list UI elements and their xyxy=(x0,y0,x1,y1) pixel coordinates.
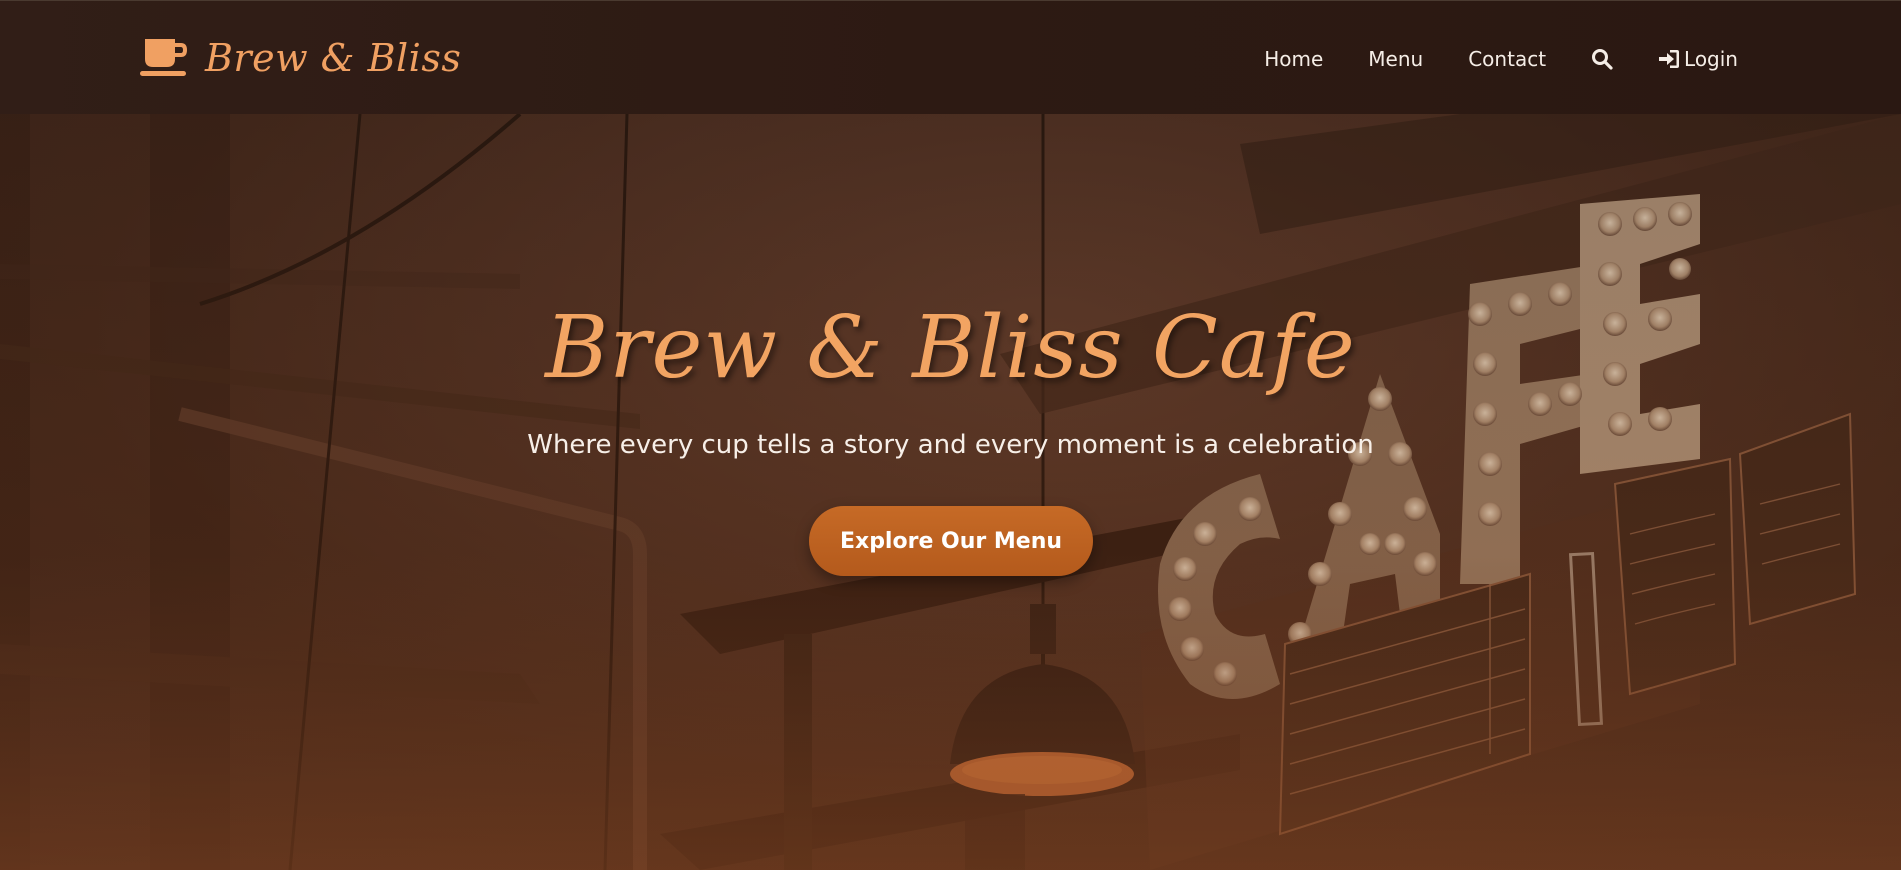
hero-subtitle: Where every cup tells a story and every … xyxy=(527,430,1374,460)
nav-contact-link[interactable]: Contact xyxy=(1468,47,1546,71)
hero-section: Brew & Bliss Cafe Where every cup tells … xyxy=(0,114,1901,870)
login-link[interactable]: Login xyxy=(1658,47,1738,71)
sign-in-icon xyxy=(1659,50,1680,68)
nav-home-link[interactable]: Home xyxy=(1264,47,1323,71)
hero-overlay xyxy=(0,114,1901,870)
search-button[interactable] xyxy=(1591,48,1613,70)
navbar: Brew & Bliss Home Menu Contact Login xyxy=(0,0,1901,114)
search-icon xyxy=(1592,49,1613,70)
explore-menu-button[interactable]: Explore Our Menu xyxy=(809,506,1093,576)
nav-menu-link[interactable]: Menu xyxy=(1368,47,1423,71)
brand-logo-link[interactable]: Brew & Bliss xyxy=(139,33,461,83)
main-nav: Home Menu Contact Login xyxy=(1264,39,1738,79)
hero-title: Brew & Bliss Cafe xyxy=(545,298,1356,398)
coffee-cup-icon xyxy=(140,39,187,76)
page: Brew & Bliss Home Menu Contact Login Bre… xyxy=(0,0,1901,870)
login-label: Login xyxy=(1684,47,1738,71)
brand-name: Brew & Bliss xyxy=(205,36,462,80)
